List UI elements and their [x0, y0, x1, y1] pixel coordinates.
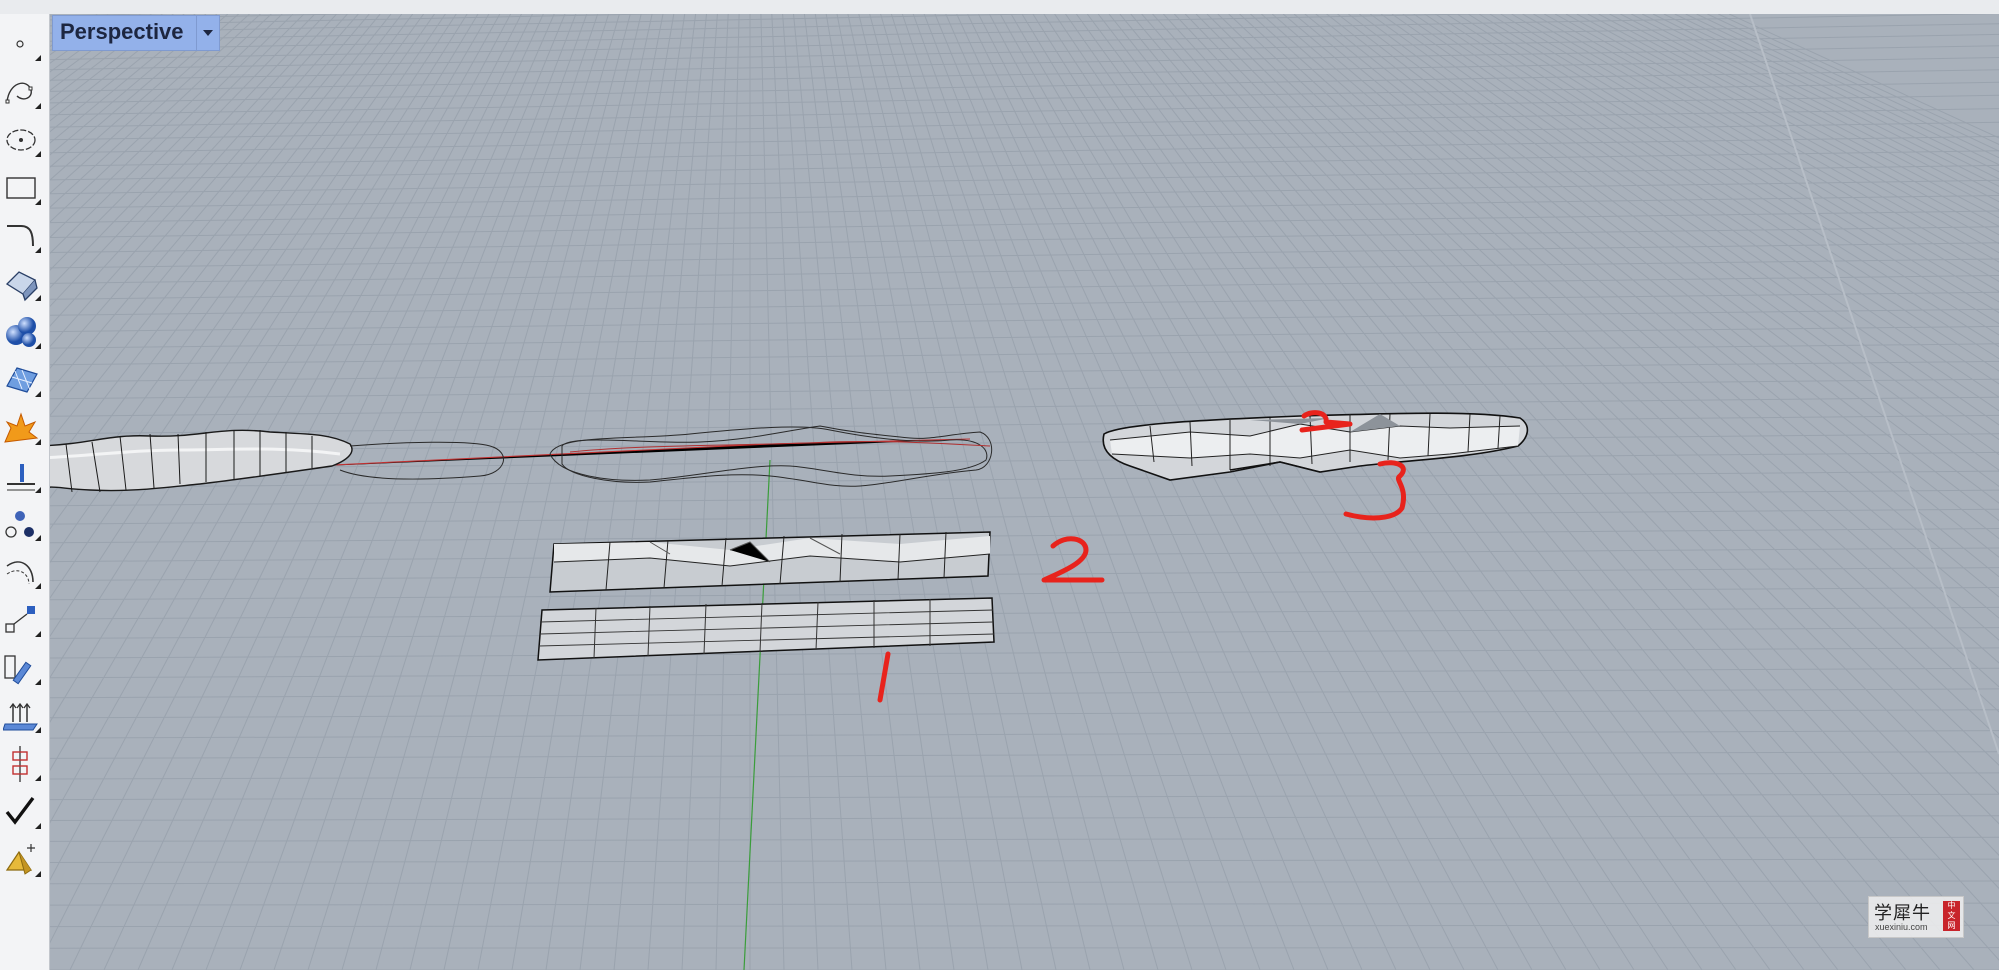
flyout-arrow-icon — [35, 103, 41, 109]
mesh-tool[interactable] — [3, 360, 41, 400]
flyout-arrow-icon — [35, 727, 41, 733]
annotation-label-2-top: 2 — [1310, 414, 1311, 415]
watermark-seal: 中文网 — [1943, 901, 1960, 931]
flyout-arrow-icon — [35, 247, 41, 253]
circle-tool[interactable] — [3, 120, 41, 160]
mesh-strip-2[interactable] — [549, 531, 991, 593]
dimension-tool[interactable] — [3, 456, 41, 496]
flyout-arrow-icon — [35, 55, 41, 61]
flyout-arrow-icon — [35, 823, 41, 829]
render-tool[interactable] — [3, 840, 41, 880]
surface-tool[interactable] — [3, 264, 41, 304]
top-toolbar-strip — [0, 0, 1999, 15]
rectangle-tool[interactable] — [3, 168, 41, 208]
flyout-arrow-icon — [35, 151, 41, 157]
viewport-scene — [50, 14, 1999, 970]
check-tool[interactable] — [3, 792, 41, 832]
flyout-arrow-icon — [35, 679, 41, 685]
flyout-arrow-icon — [35, 487, 41, 493]
annotation-label-3: 3 — [1380, 474, 1381, 475]
flyout-arrow-icon — [35, 631, 41, 637]
point-tool[interactable] — [3, 24, 41, 64]
align-tool[interactable] — [3, 744, 41, 784]
flyout-arrow-icon — [35, 871, 41, 877]
perspective-viewport[interactable]: 1 2 2 3 — [50, 14, 1999, 970]
flyout-arrow-icon — [35, 583, 41, 589]
annotation-label-1: 1 — [870, 654, 871, 655]
flyout-arrow-icon — [35, 199, 41, 205]
flyout-arrow-icon — [35, 343, 41, 349]
solid-tool[interactable] — [3, 312, 41, 352]
transform-tool[interactable] — [3, 648, 41, 688]
viewport-title-tab[interactable]: Perspective — [52, 15, 220, 51]
flyout-arrow-icon — [35, 295, 41, 301]
viewport-menu-dropdown[interactable] — [196, 16, 219, 50]
watermark-url: xuexiniu.com — [1875, 922, 1928, 932]
viewport-title: Perspective — [60, 19, 184, 44]
fillet-curve-tool[interactable] — [3, 216, 41, 256]
explode-tool[interactable] — [3, 408, 41, 448]
scale-tool[interactable] — [3, 600, 41, 640]
flyout-arrow-icon — [35, 775, 41, 781]
arc-edit-tool[interactable] — [3, 552, 41, 592]
flyout-arrow-icon — [35, 535, 41, 541]
flyout-arrow-icon — [35, 391, 41, 397]
points-on-tool[interactable] — [3, 504, 41, 544]
construction-grid — [50, 14, 1999, 970]
left-toolbar — [0, 14, 50, 970]
curve-tool[interactable] — [3, 72, 41, 112]
flyout-arrow-icon — [35, 439, 41, 445]
watermark-logo: 学犀牛 xuexiniu.com 中文网 — [1868, 896, 1964, 938]
mesh-shape-3[interactable] — [1102, 412, 1529, 481]
mesh-strip-1[interactable] — [537, 597, 995, 661]
annotation-label-2: 2 — [1060, 544, 1061, 545]
array-tool[interactable] — [3, 696, 41, 736]
